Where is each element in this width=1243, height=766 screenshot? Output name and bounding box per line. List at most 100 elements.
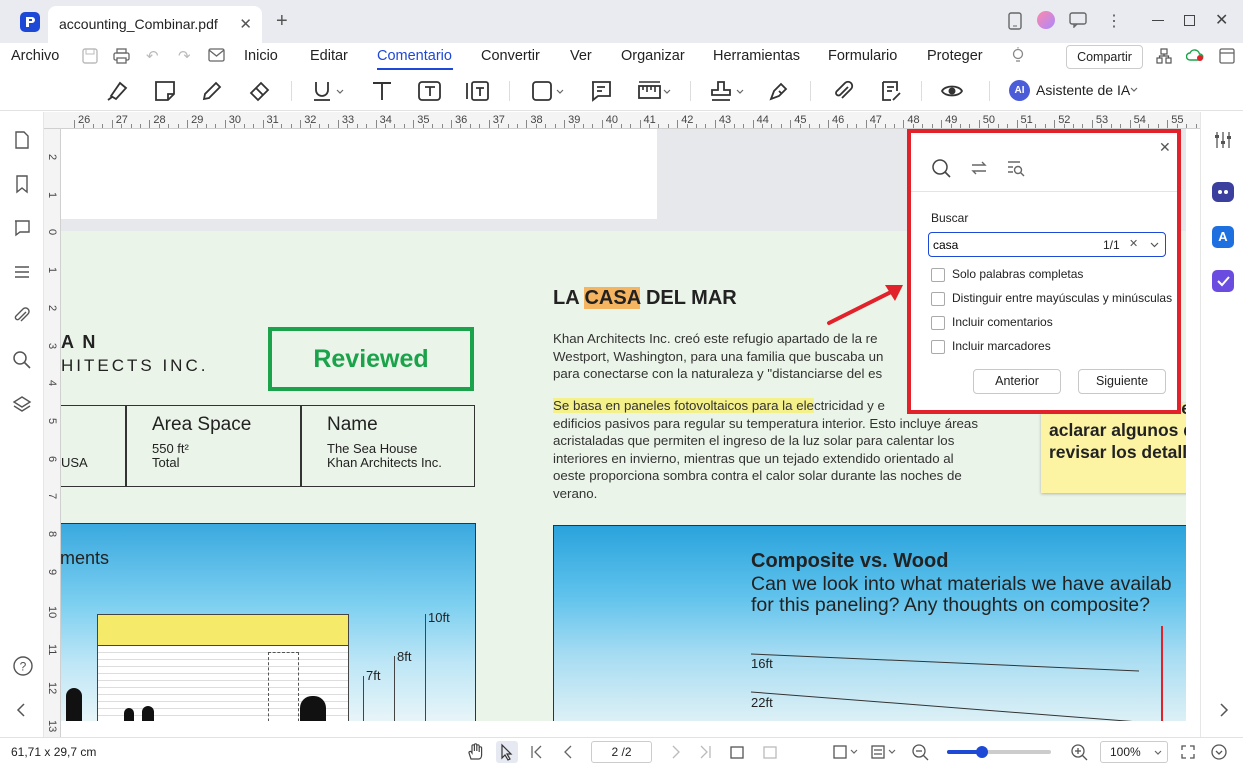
scroll-mode-icon[interactable] (1210, 743, 1228, 761)
last-page-icon[interactable] (698, 745, 712, 759)
zoom-slider[interactable] (947, 746, 1051, 758)
yellow-highlight[interactable]: Se basa en paneles fotovoltaicos para la… (553, 398, 814, 413)
textbox-icon[interactable] (417, 79, 441, 103)
layers-list-icon[interactable] (12, 262, 32, 282)
advanced-search-icon[interactable] (1006, 158, 1026, 178)
clear-search-icon[interactable]: ✕ (1129, 237, 1138, 250)
print-icon[interactable] (113, 48, 130, 64)
text-icon[interactable] (370, 79, 394, 103)
redo-icon[interactable]: ↷ (178, 47, 191, 65)
network-icon[interactable] (1156, 48, 1172, 64)
bookmark-icon[interactable] (12, 174, 32, 194)
ruler-tick (601, 120, 603, 128)
expand-sidebar-icon[interactable] (1213, 700, 1233, 720)
maximize-icon[interactable] (1184, 15, 1195, 26)
next-button[interactable]: Siguiente (1078, 369, 1166, 394)
more-options-icon[interactable]: ⋮ (1106, 11, 1122, 31)
replace-mode-icon[interactable] (969, 158, 989, 178)
sticky-note-icon[interactable] (153, 79, 177, 103)
menu-formulario[interactable]: Formulario (828, 48, 897, 64)
attachments-panel-icon[interactable] (12, 306, 32, 326)
option-label: Solo palabras completas (952, 267, 1084, 281)
eraser-icon[interactable] (248, 79, 272, 103)
fit-page-icon[interactable] (833, 744, 859, 760)
ruler-tick-label: 1 (46, 191, 58, 198)
share-button[interactable]: Compartir (1066, 45, 1143, 69)
prev-page-icon[interactable] (562, 745, 576, 759)
next-page-icon[interactable] (668, 745, 682, 759)
search-mode-icon[interactable] (931, 158, 951, 178)
close-search-icon[interactable]: ✕ (1159, 139, 1171, 156)
menu-organizar[interactable]: Organizar (621, 48, 685, 64)
pencil-icon[interactable] (200, 79, 224, 103)
page-layout-icon[interactable] (871, 744, 897, 760)
fullscreen-icon[interactable] (1180, 744, 1196, 760)
previous-button[interactable]: Anterior (973, 369, 1061, 394)
avatar[interactable] (1037, 11, 1055, 29)
comments-panel-icon[interactable] (12, 218, 32, 238)
option-checkbox[interactable] (931, 316, 945, 330)
crop-icon[interactable] (762, 744, 778, 760)
page-thumbnail-icon[interactable] (12, 130, 32, 150)
option-checkbox[interactable] (931, 340, 945, 354)
zoom-out-icon[interactable] (911, 743, 929, 761)
new-tab-button[interactable]: + (276, 10, 288, 33)
properties-icon[interactable] (1213, 130, 1233, 150)
stamp-icon[interactable] (709, 79, 744, 103)
option-checkbox[interactable] (931, 292, 945, 306)
search-input-box[interactable]: 1/1 ✕ (928, 232, 1166, 257)
callout-icon[interactable] (465, 79, 489, 103)
menu-proteger[interactable]: Proteger (927, 48, 983, 64)
save-icon[interactable] (82, 48, 98, 64)
lightbulb-icon[interactable] (1010, 47, 1026, 65)
page-number-input[interactable]: 2 /2 (591, 741, 652, 763)
zoom-in-icon[interactable] (1070, 743, 1088, 761)
select-tool-icon[interactable] (496, 741, 518, 763)
attachment-icon[interactable] (831, 79, 855, 103)
email-icon[interactable] (208, 48, 225, 62)
menu-comentario[interactable]: Comentario (377, 48, 452, 64)
search-history-dropdown-icon[interactable] (1150, 242, 1159, 248)
tab-close-icon[interactable]: ✕ (239, 15, 252, 33)
zoom-slider-thumb[interactable] (976, 746, 989, 758)
signature-icon[interactable] (767, 79, 791, 103)
help-icon[interactable]: ? (12, 655, 33, 676)
tablet-icon[interactable] (1007, 12, 1023, 30)
eye-icon[interactable] (940, 79, 964, 103)
menu-inicio[interactable]: Inicio (244, 48, 278, 64)
search-input[interactable] (933, 235, 1083, 254)
panel-toggle-icon[interactable] (1219, 48, 1235, 64)
menu-archivo[interactable]: Archivo (11, 48, 59, 64)
first-page-icon[interactable] (530, 745, 544, 759)
highlight-icon[interactable] (105, 79, 129, 103)
ai-assistant-button[interactable]: AI Asistente de IA (1009, 80, 1139, 102)
feedback-icon[interactable] (1069, 12, 1087, 28)
measure-icon[interactable] (637, 79, 671, 103)
comment-box-icon[interactable] (589, 79, 613, 103)
option-checkbox[interactable] (931, 268, 945, 282)
ruler-tick (865, 120, 867, 128)
menu-ver[interactable]: Ver (570, 48, 592, 64)
menu-editar[interactable]: Editar (310, 48, 348, 64)
form-note-icon[interactable] (879, 79, 903, 103)
hand-tool-icon[interactable] (466, 743, 484, 761)
layers-icon[interactable] (12, 394, 32, 414)
underline-icon[interactable] (311, 79, 344, 103)
collapse-sidebar-icon[interactable] (12, 700, 32, 720)
sticky-note[interactable]: otra reunión esteaclarar algunos drevisa… (1041, 403, 1186, 493)
zoom-select[interactable]: 100% (1100, 741, 1168, 763)
task-check-icon[interactable] (1212, 270, 1234, 292)
translate-icon[interactable]: A (1212, 226, 1234, 248)
menu-herramientas[interactable]: Herramientas (713, 48, 800, 64)
document-tab[interactable]: accounting_Combinar.pdf ✕ (48, 6, 262, 43)
menu-convertir[interactable]: Convertir (481, 48, 540, 64)
minimize-icon[interactable] (1152, 20, 1164, 21)
ruler-tick-label: 5 (46, 417, 58, 425)
ai-robot-icon[interactable] (1212, 182, 1234, 202)
undo-icon[interactable]: ↶ (146, 47, 159, 65)
rotate-icon[interactable] (729, 744, 745, 760)
search-panel-icon[interactable] (12, 350, 32, 370)
shape-icon[interactable] (530, 79, 564, 103)
cloud-sync-icon[interactable] (1186, 48, 1204, 62)
close-window-icon[interactable]: ✕ (1215, 10, 1228, 30)
